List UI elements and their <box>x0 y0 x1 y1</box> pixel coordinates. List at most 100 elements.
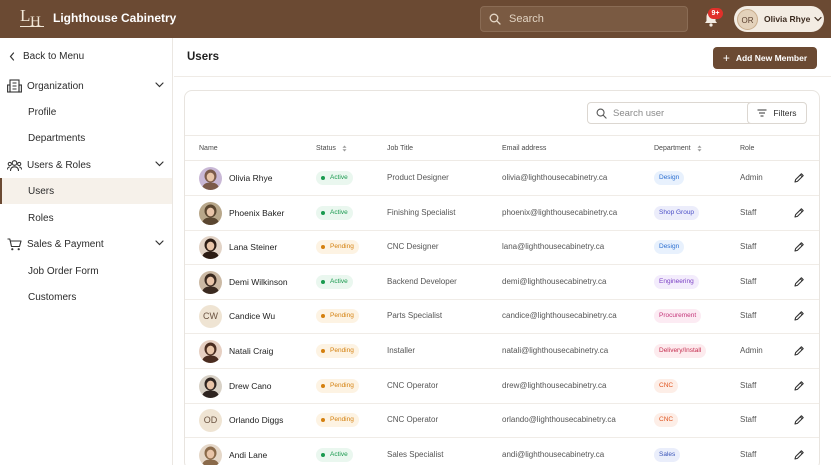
sidebar-item-label: Profile <box>28 106 57 118</box>
building-icon <box>7 79 22 93</box>
sidebar-item-users[interactable]: Users <box>0 178 172 204</box>
sidebar-item-roles[interactable]: Roles <box>0 205 172 231</box>
chevron-down-icon <box>155 240 164 246</box>
avatar: OD <box>199 409 222 433</box>
user-name[interactable]: Demi Wilkinson <box>229 277 288 287</box>
job-title: Product Designer <box>387 173 449 182</box>
sort-icon[interactable] <box>342 145 347 152</box>
table-row[interactable]: Drew Cano Pending CNC Operator drew@ligh… <box>185 369 819 404</box>
column-label: Name <box>199 145 218 152</box>
sidebar-item-departments[interactable]: Departments <box>0 125 172 151</box>
brand-name[interactable]: Lighthouse Cabinetry <box>53 11 176 25</box>
sidebar: Back to Menu Organization Profile Depart… <box>0 38 173 465</box>
user-search[interactable] <box>587 102 755 124</box>
table-row[interactable]: Demi Wilkinson Active Backend Developer … <box>185 265 819 300</box>
sidebar-group-organization[interactable]: Organization <box>0 73 172 99</box>
person-photo-icon <box>199 236 222 260</box>
email-address: lana@lighthousecabinetry.ca <box>502 242 605 252</box>
department-label: Delivery/Install <box>659 347 702 354</box>
pencil-icon[interactable] <box>793 449 805 461</box>
column-label: Role <box>740 145 755 152</box>
pencil-icon[interactable] <box>793 207 805 219</box>
person-photo-icon <box>199 201 222 225</box>
sidebar-item-label: Users <box>28 185 55 197</box>
sort-icon[interactable] <box>697 145 702 152</box>
table-row[interactable]: Olivia Rhye Active Product Designer oliv… <box>185 161 819 196</box>
user-name[interactable]: Orlando Diggs <box>229 415 283 425</box>
job-title: Installer <box>387 346 416 355</box>
user-name[interactable]: Lana Steiner <box>229 242 277 252</box>
job-title: CNC Operator <box>387 415 439 425</box>
sidebar-group-sales-payment[interactable]: Sales & Payment <box>0 231 172 257</box>
table-row[interactable]: Natali Craig Pending Installer natali@li… <box>185 334 819 369</box>
status-badge: Pending <box>316 309 359 324</box>
brand-logo[interactable]: L H <box>20 7 44 30</box>
user-name[interactable]: Olivia Rhye <box>229 173 272 183</box>
sidebar-group-label: Organization <box>27 80 84 92</box>
global-search[interactable] <box>480 6 688 32</box>
avatar <box>199 443 222 465</box>
status-dot-icon <box>321 349 325 353</box>
user-name[interactable]: Andi Lane <box>229 450 267 460</box>
pencil-icon[interactable] <box>793 276 805 288</box>
user-name[interactable]: Drew Cano <box>229 381 272 391</box>
user-name[interactable]: Natali Craig <box>229 346 273 356</box>
logo-underline <box>20 26 44 27</box>
avatar: CW <box>199 305 222 329</box>
status-badge: Pending <box>316 240 359 255</box>
pencil-icon[interactable] <box>793 414 805 426</box>
add-new-member-button[interactable]: + Add New Member <box>713 47 817 69</box>
status-dot-icon <box>321 314 325 319</box>
table-row[interactable]: Lana Steiner Pending CNC Designer lana@l… <box>185 230 819 266</box>
table-header: Name Status Job Title Email address Depa… <box>185 135 819 161</box>
chevron-down-icon <box>155 82 164 88</box>
back-to-menu-link[interactable]: Back to Menu <box>0 43 172 69</box>
department-label: Sales <box>659 450 676 458</box>
column-header-name[interactable]: Name <box>199 145 218 152</box>
users-icon <box>7 159 22 171</box>
user-search-input[interactable] <box>613 107 743 119</box>
user-name[interactable]: Phoenix Baker <box>229 208 284 218</box>
email-address: olivia@lighthousecabinetry.ca <box>502 173 608 182</box>
status-dot-icon <box>321 452 325 457</box>
status-label: Pending <box>330 243 354 251</box>
user-menu[interactable]: OR Olivia Rhye <box>734 6 824 32</box>
sidebar-item-customers[interactable]: Customers <box>0 284 172 310</box>
pencil-icon[interactable] <box>793 172 805 184</box>
pencil-icon[interactable] <box>793 345 805 357</box>
status-label: Pending <box>330 416 354 424</box>
email-address: orlando@lighthousecabinetry.ca <box>502 415 616 425</box>
department-badge: CNC <box>654 413 679 428</box>
column-header-role[interactable]: Role <box>740 145 754 152</box>
department-badge: CNC <box>654 378 679 393</box>
table-row[interactable]: Andi Lane Active Sales Specialist andi@l… <box>185 438 819 465</box>
column-header-department[interactable]: Department <box>654 145 702 152</box>
global-search-input[interactable] <box>509 13 679 25</box>
column-header-status[interactable]: Status <box>316 145 347 152</box>
table-row[interactable]: CW Candice Wu Pending Parts Specialist c… <box>185 299 819 335</box>
table-row[interactable]: Phoenix Baker Active Finishing Specialis… <box>185 196 819 231</box>
avatar <box>199 167 222 190</box>
column-label: Status <box>316 145 336 152</box>
user-name[interactable]: Candice Wu <box>229 311 275 321</box>
status-badge: Pending <box>316 344 359 358</box>
job-title: CNC Designer <box>387 242 439 252</box>
avatar <box>199 201 222 225</box>
sidebar-item-label: Customers <box>28 291 77 303</box>
pencil-icon[interactable] <box>793 380 805 392</box>
department-label: Design <box>659 174 680 181</box>
filters-button[interactable]: Filters <box>747 102 807 124</box>
avatar <box>199 270 222 294</box>
pencil-icon[interactable] <box>793 310 805 322</box>
table-row[interactable]: OD Orlando Diggs Pending CNC Operator or… <box>185 403 819 439</box>
column-header-email[interactable]: Email address <box>502 145 546 152</box>
department-label: Design <box>659 243 680 251</box>
avatar <box>199 340 222 363</box>
department-badge: Shop Group <box>654 205 700 220</box>
sidebar-group-users-roles[interactable]: Users & Roles <box>0 152 172 178</box>
avatar: OR <box>737 8 758 30</box>
pencil-icon[interactable] <box>793 241 805 253</box>
sidebar-item-profile[interactable]: Profile <box>0 99 172 125</box>
column-header-job-title[interactable]: Job Title <box>387 145 413 152</box>
sidebar-item-job-order-form[interactable]: Job Order Form <box>0 258 172 284</box>
